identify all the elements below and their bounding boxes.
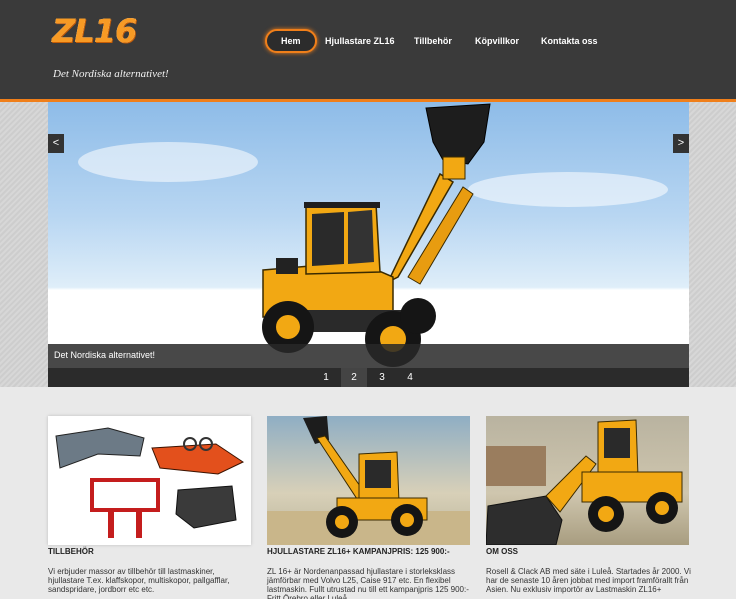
slider-page-3[interactable]: 3 xyxy=(369,368,395,387)
slider-page-4[interactable]: 4 xyxy=(397,368,423,387)
slider-prev-button[interactable]: < xyxy=(48,134,64,153)
loader-campaign-image[interactable] xyxy=(267,416,470,545)
slide-caption: Det Nordiska alternativet! xyxy=(54,350,156,360)
slider-page-2[interactable]: 2 xyxy=(341,368,367,387)
accessories-image[interactable] xyxy=(48,416,251,545)
slider-pager: 1 2 3 4 xyxy=(48,368,689,387)
card-title-loader[interactable]: HJULLASTARE ZL16+ KAMPANJPRIS: 125 900:- xyxy=(267,547,450,556)
nav-item-hjullastare[interactable]: Hjullastare ZL16 xyxy=(325,29,395,53)
about-us-image[interactable] xyxy=(486,416,689,545)
loader-photo xyxy=(267,416,470,545)
loader-yard-photo xyxy=(486,419,683,545)
attachments-illustration xyxy=(55,427,245,538)
slider-page-1[interactable]: 1 xyxy=(313,368,339,387)
logo[interactable]: ZL16 xyxy=(52,12,137,50)
image-slider: Det Nordiska alternativet! 1 2 3 4 xyxy=(48,102,689,387)
nav-item-tillbehor[interactable]: Tillbehör xyxy=(414,29,452,53)
nav-item-kopvillkor[interactable]: Köpvillkor xyxy=(475,29,519,53)
slide-caption-bar: Det Nordiska alternativet! xyxy=(48,344,689,368)
nav-item-hem[interactable]: Hem xyxy=(265,29,317,53)
card-text-accessories: Vi erbjuder massor av tillbehör till las… xyxy=(48,567,230,594)
card-title-accessories[interactable]: TILLBEHÖR xyxy=(48,547,94,556)
card-text-about: Rosell & Clack AB med säte i Luleå. Star… xyxy=(486,567,691,594)
slider-next-button[interactable]: > xyxy=(673,134,689,153)
site-header: ZL16 Det Nordiska alternativet! Hem Hjul… xyxy=(0,0,736,99)
nav-item-kontakta-oss[interactable]: Kontakta oss xyxy=(541,29,598,53)
card-title-about[interactable]: OM OSS xyxy=(486,547,518,556)
tagline: Det Nordiska alternativet! xyxy=(53,68,169,80)
card-text-loader: ZL 16+ är Nordenanpassad hjullastare i s… xyxy=(267,567,469,599)
